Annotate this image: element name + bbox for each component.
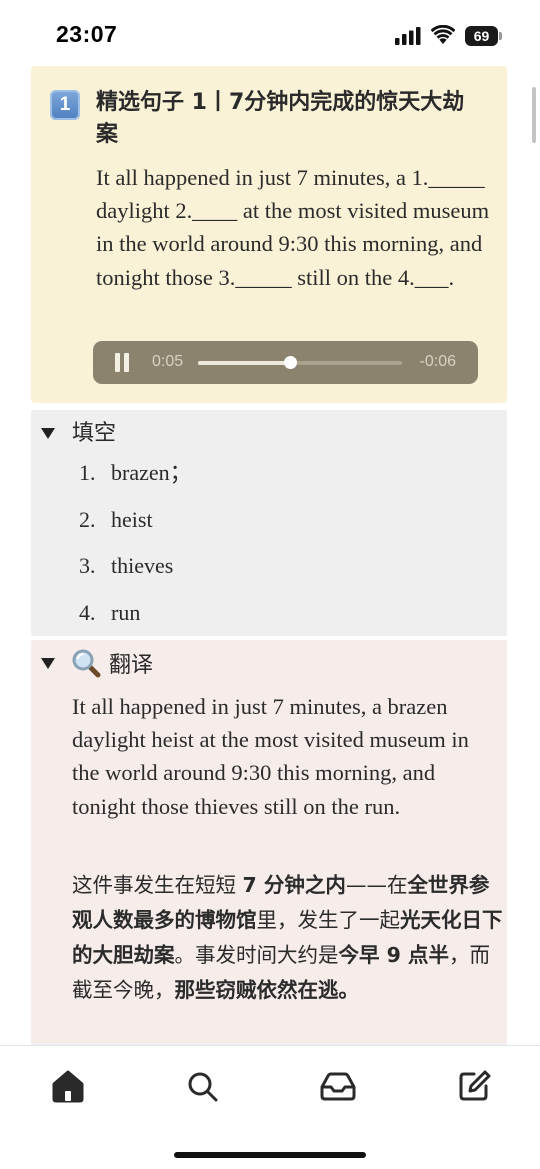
sentence-card: 1 精选句子 1丨7分钟内完成的惊天大劫案 It all happened in… bbox=[31, 66, 507, 403]
inbox-icon[interactable] bbox=[318, 1066, 358, 1106]
collapse-triangle-icon[interactable] bbox=[41, 658, 55, 669]
list-item: 2. heist bbox=[79, 506, 153, 532]
translation-segment: ——在 bbox=[345, 873, 408, 897]
translation-segment: 那些窃贼依然在逃 bbox=[174, 978, 339, 1002]
compose-icon[interactable] bbox=[454, 1066, 494, 1106]
collapse-triangle-icon[interactable] bbox=[41, 428, 55, 439]
tab-bar bbox=[0, 1045, 540, 1169]
audio-remaining-time: -0:06 bbox=[419, 353, 456, 370]
cellular-signal-icon bbox=[395, 27, 421, 45]
audio-elapsed-time: 0:05 bbox=[152, 353, 184, 370]
fill-blank-section: 填空 1. brazen； 2. heist 3. thieves 4. run bbox=[31, 410, 507, 636]
translation-segment: 。 bbox=[338, 978, 360, 1002]
audio-progress-slider[interactable] bbox=[198, 356, 402, 369]
pause-icon[interactable] bbox=[115, 353, 129, 372]
fill-blank-label[interactable]: 填空 bbox=[72, 415, 116, 447]
sentence-title: 精选句子 1丨7分钟内完成的惊天大劫案 bbox=[96, 90, 465, 147]
home-indicator[interactable] bbox=[174, 1152, 366, 1158]
translation-label[interactable]: 翻译 bbox=[109, 647, 153, 679]
list-item: 1. brazen； bbox=[79, 460, 192, 485]
audio-player: 0:05 -0:06 bbox=[93, 341, 478, 384]
translation-section: 翻译 It all happened in just 7 minutes, a … bbox=[31, 640, 507, 1044]
wifi-icon bbox=[431, 25, 455, 44]
magnifier-icon bbox=[72, 649, 101, 678]
list-item: 3. thieves bbox=[79, 553, 174, 578]
number-badge-icon: 1 bbox=[50, 90, 80, 120]
battery-tip bbox=[499, 32, 502, 40]
battery-indicator: 69 bbox=[465, 26, 502, 46]
battery-level: 69 bbox=[465, 26, 498, 46]
audio-progress-fill bbox=[198, 361, 290, 365]
english-sentence: It all happened in just 7 minutes, a bra… bbox=[72, 694, 469, 819]
status-bar: 23:07 69 bbox=[0, 0, 540, 64]
translation-segment: 里，发生了一起 bbox=[256, 908, 401, 932]
status-time: 23:07 bbox=[56, 21, 118, 47]
translation-segment: 今早 9 点半 bbox=[338, 943, 450, 967]
search-icon[interactable] bbox=[182, 1066, 222, 1106]
chinese-translation: 这件事发生在短短 7 分钟之内——在全世界参观人数最多的博物馆里，发生了一起光天… bbox=[72, 868, 504, 1008]
translation-segment: 7 分钟之内 bbox=[242, 873, 346, 897]
translation-segment: 。事发时间大约是 bbox=[174, 943, 339, 967]
sentence-text: It all happened in just 7 minutes, a 1._… bbox=[96, 165, 490, 290]
home-icon[interactable] bbox=[48, 1066, 88, 1106]
audio-progress-thumb[interactable] bbox=[283, 356, 297, 369]
answer-list: 1. brazen； 2. heist 3. thieves 4. run bbox=[79, 460, 192, 646]
translation-segment: 这件事发生在短短 bbox=[72, 873, 243, 897]
scroll-indicator[interactable] bbox=[532, 87, 536, 143]
